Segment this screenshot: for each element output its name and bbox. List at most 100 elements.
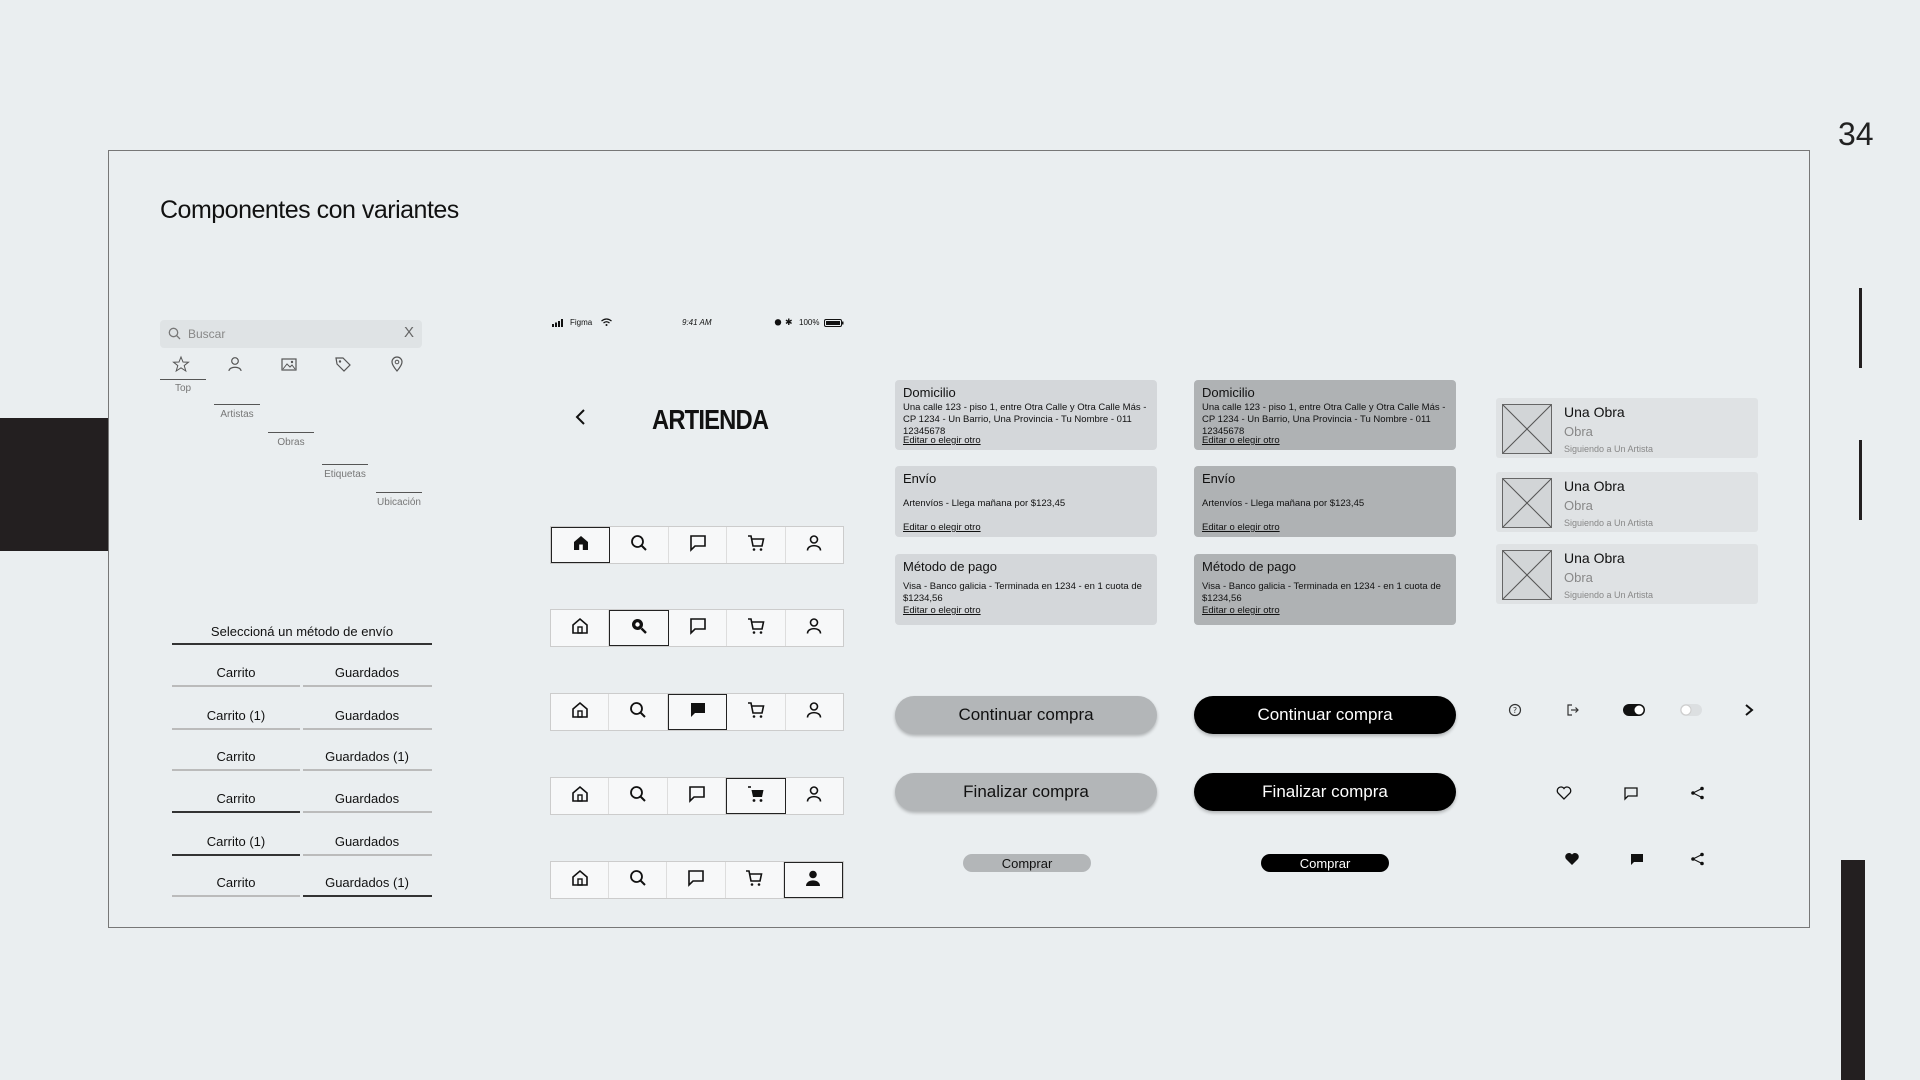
nav-home-button[interactable] <box>551 862 610 898</box>
payment-card[interactable]: Método de pago Visa - Banco galicia - Te… <box>895 554 1157 625</box>
search-bar[interactable]: Buscar X <box>160 320 422 348</box>
tab-guardados[interactable]: Guardados <box>303 791 431 806</box>
nav-home-button[interactable] <box>551 610 610 646</box>
nav-chat-button[interactable] <box>667 862 726 898</box>
location-icon[interactable] <box>388 355 408 373</box>
address-card[interactable]: Domicilio Una calle 123 - piso 1, entre … <box>1194 380 1456 450</box>
artwork-thumbnail <box>1502 404 1552 454</box>
edit-address-link[interactable]: Editar o elegir otro <box>903 435 981 446</box>
nav-profile-button[interactable] <box>786 610 843 646</box>
nav-cart-button[interactable] <box>727 694 786 730</box>
share-icon[interactable] <box>1688 849 1708 869</box>
filter-underline <box>322 464 368 465</box>
tab-carrito[interactable]: Carrito (1) <box>172 708 300 723</box>
nav-chat-button[interactable] <box>669 527 728 563</box>
image-icon[interactable] <box>280 355 300 373</box>
nav-chat-button[interactable] <box>668 778 727 814</box>
filter-label-ubicacion[interactable]: Ubicación <box>375 497 423 508</box>
nav-chat-button[interactable] <box>667 694 728 730</box>
filter-label-artistas[interactable]: Artistas <box>213 409 261 420</box>
tab-guardados[interactable]: Guardados (1) <box>303 749 431 764</box>
toggle-on-icon[interactable] <box>1621 700 1647 720</box>
tab-guardados[interactable]: Guardados <box>303 665 431 680</box>
clear-search-button[interactable]: X <box>404 324 414 341</box>
comment-outline-icon[interactable] <box>1621 783 1641 803</box>
edit-shipping-link[interactable]: Editar o elegir otro <box>903 522 981 533</box>
heart-outline-icon[interactable] <box>1554 783 1574 803</box>
nav-profile-button[interactable] <box>783 862 844 898</box>
artwork-type: Obra <box>1564 498 1593 513</box>
nav-cart-button[interactable] <box>726 778 786 814</box>
artwork-list-item[interactable]: Una Obra Obra Siguiendo a Un Artista <box>1496 472 1758 532</box>
share-icon[interactable] <box>1688 783 1708 803</box>
continue-purchase-button[interactable]: Continuar compra <box>1194 696 1456 734</box>
filter-label-obras[interactable]: Obras <box>267 437 315 448</box>
tab-carrito[interactable]: Carrito <box>172 791 300 806</box>
filter-label-etiquetas[interactable]: Etiquetas <box>321 469 369 480</box>
shipping-card[interactable]: Envío Artenvíos - Llega mañana por $123,… <box>895 466 1157 537</box>
tab-guardados[interactable]: Guardados <box>303 708 431 723</box>
buy-button[interactable]: Comprar <box>1261 854 1389 872</box>
comment-filled-icon[interactable] <box>1627 849 1647 869</box>
shipping-card[interactable]: Envío Artenvíos - Llega mañana por $123,… <box>1194 466 1456 537</box>
nav-search-button[interactable] <box>609 610 669 646</box>
back-button[interactable] <box>574 406 588 434</box>
nav-cart-button[interactable] <box>726 862 784 898</box>
nav-profile-button[interactable] <box>786 527 843 563</box>
chat-icon <box>688 700 708 725</box>
finish-purchase-button[interactable]: Finalizar compra <box>1194 773 1456 811</box>
edit-payment-link[interactable]: Editar o elegir otro <box>903 605 1149 616</box>
filter-underline <box>268 432 314 433</box>
tab-carrito[interactable]: Carrito <box>172 749 300 764</box>
nav-home-button[interactable] <box>551 778 610 814</box>
search-input[interactable]: Buscar <box>188 327 225 341</box>
edit-payment-link[interactable]: Editar o elegir otro <box>1202 605 1448 616</box>
nav-search-button[interactable] <box>610 527 669 563</box>
bluetooth-icon: ✱ <box>785 317 793 327</box>
address-card[interactable]: Domicilio Una calle 123 - piso 1, entre … <box>895 380 1157 450</box>
card-title: Domicilio <box>1202 385 1255 400</box>
app-logo: ARTIENDA <box>652 404 769 435</box>
artwork-list-item[interactable]: Una Obra Obra Siguiendo a Un Artista <box>1496 398 1758 458</box>
tab-guardados[interactable]: Guardados <box>303 834 431 849</box>
decorative-line <box>1859 440 1862 520</box>
nav-search-button[interactable] <box>609 694 668 730</box>
tab-guardados[interactable]: Guardados (1) <box>303 875 431 890</box>
nav-search-button[interactable] <box>609 778 668 814</box>
payment-card[interactable]: Método de pago Visa - Banco galicia - Te… <box>1194 554 1456 625</box>
logout-icon[interactable] <box>1563 700 1583 720</box>
continue-purchase-button[interactable]: Continuar compra <box>895 696 1157 734</box>
artwork-list-item[interactable]: Una Obra Obra Siguiendo a Un Artista <box>1496 544 1758 604</box>
nav-home-button[interactable] <box>551 527 611 563</box>
edit-shipping-link[interactable]: Editar o elegir otro <box>1202 522 1280 533</box>
chevron-right-icon[interactable] <box>1739 700 1759 720</box>
card-body: Una calle 123 - piso 1, entre Otra Calle… <box>1202 402 1446 437</box>
edit-address-link[interactable]: Editar o elegir otro <box>1202 435 1280 446</box>
heart-filled-icon[interactable] <box>1562 849 1582 869</box>
user-icon[interactable] <box>226 355 246 373</box>
nav-chat-button[interactable] <box>669 610 728 646</box>
star-icon[interactable] <box>172 355 192 373</box>
help-icon[interactable]: ? <box>1505 700 1525 720</box>
toggle-off-icon[interactable] <box>1678 700 1704 720</box>
tab-carrito[interactable]: Carrito (1) <box>172 834 300 849</box>
nav-search-button[interactable] <box>609 862 668 898</box>
tab-carrito[interactable]: Carrito <box>172 875 300 890</box>
artwork-type: Obra <box>1564 570 1593 585</box>
filter-label-top[interactable]: Top <box>159 383 207 394</box>
tag-icon[interactable] <box>334 355 354 373</box>
nav-cart-button[interactable] <box>727 527 786 563</box>
nav-profile-button[interactable] <box>786 694 843 730</box>
page-number: 34 <box>1838 116 1874 152</box>
nav-cart-button[interactable] <box>727 610 786 646</box>
page-title: Componentes con variantes <box>160 196 459 224</box>
finish-purchase-button[interactable]: Finalizar compra <box>895 773 1157 811</box>
buy-button[interactable]: Comprar <box>963 854 1091 872</box>
signal-icon <box>552 319 566 329</box>
nav-profile-button[interactable] <box>786 778 843 814</box>
cart-icon <box>746 533 766 558</box>
search-icon <box>628 868 648 893</box>
tab-carrito[interactable]: Carrito <box>172 665 300 680</box>
bottom-navbar <box>550 609 844 647</box>
nav-home-button[interactable] <box>551 694 610 730</box>
